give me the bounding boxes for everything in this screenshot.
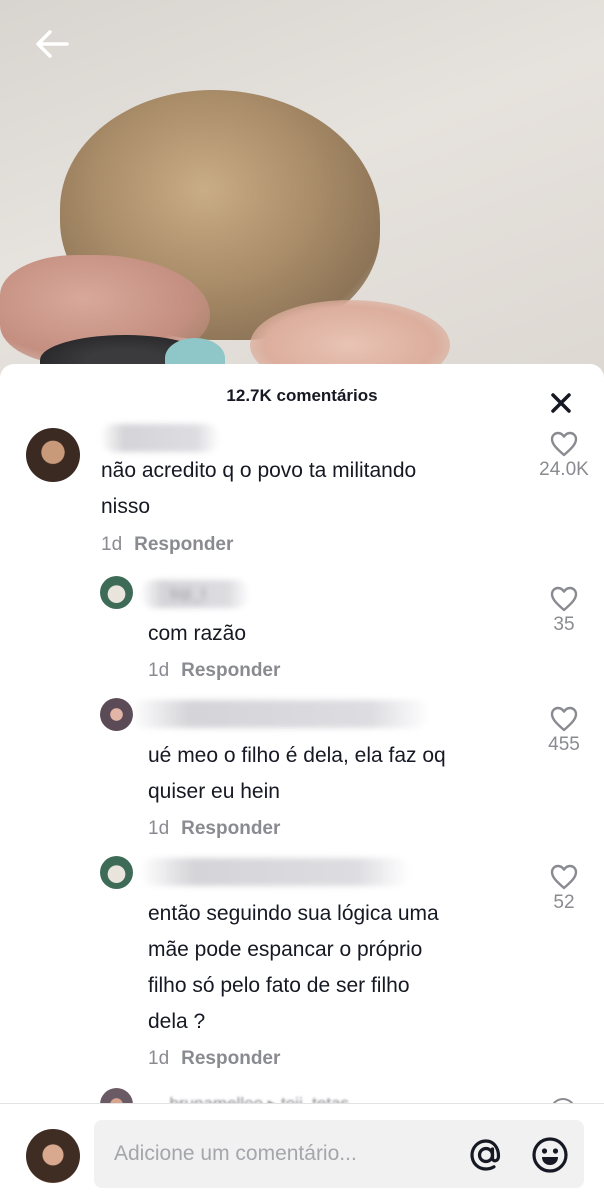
video-preview[interactable] <box>0 0 604 380</box>
comment-input-placeholder: Adicione um comentário... <box>114 1142 357 1165</box>
comment-text-line: ué meo o filho é dela, ela faz oq <box>148 744 446 767</box>
comment-text-line: quiser eu hein <box>148 780 280 803</box>
like-count: 455 <box>548 734 580 755</box>
comment-item: não acredito q o povo ta militando nisso… <box>0 424 604 566</box>
heart-icon <box>550 586 578 612</box>
reply-button[interactable]: Responder <box>181 1048 280 1069</box>
reply-item: então seguindo sua lógica uma mãe pode e… <box>0 854 604 1084</box>
avatar[interactable] <box>100 576 133 609</box>
like-button[interactable]: 52 <box>529 864 599 914</box>
comment-text-line: com razão <box>148 622 247 645</box>
like-button[interactable]: 35 <box>529 586 599 636</box>
comments-sheet: 12.7K comentários não acredito q o povo … <box>0 364 604 1200</box>
comment-input-bar: Adicione um comentário... <box>0 1103 604 1200</box>
reply-item: toji_t com razão 1d Responder 35 <box>0 574 604 694</box>
comment-text: ué meo o filho é dela, ela faz oq quiser… <box>148 738 446 810</box>
like-count: 35 <box>553 614 575 635</box>
avatar[interactable] <box>26 428 80 482</box>
heart-icon <box>550 431 578 457</box>
mention-at-icon[interactable] <box>466 1135 506 1175</box>
comment-input[interactable]: Adicione um comentário... <box>94 1120 584 1188</box>
comment-text-line: então seguindo sua lógica uma <box>148 902 439 925</box>
emoji-icon[interactable] <box>530 1135 570 1175</box>
like-count: 52 <box>553 892 575 913</box>
username-blurred[interactable] <box>140 858 410 886</box>
comment-meta: 1d Responder <box>148 660 280 682</box>
comments-header: 12.7K comentários <box>0 364 604 426</box>
comment-meta: 1d Responder <box>148 818 280 840</box>
heart-icon <box>550 864 578 890</box>
comment-text-line: mãe pode espancar o próprio <box>148 938 423 961</box>
comment-meta: 1d Responder <box>148 1048 280 1070</box>
comment-text-line: dela ? <box>148 1010 206 1033</box>
back-arrow-icon[interactable] <box>30 22 74 66</box>
username-blurred[interactable] <box>100 424 220 452</box>
like-count: 24.0K <box>539 459 589 480</box>
comment-text: não acredito q o povo ta militando nisso <box>101 453 416 525</box>
comment-text-line: filho só pelo fato de ser filho <box>148 974 410 997</box>
comment-meta: 1d Responder <box>101 534 233 556</box>
username-blurred[interactable] <box>130 700 430 728</box>
comment-text-line: não acredito q o povo ta militando <box>101 459 417 482</box>
comment-age: 1d <box>148 660 170 681</box>
comment-text: então seguindo sua lógica uma mãe pode e… <box>148 896 439 1040</box>
comment-text-line: nisso <box>101 495 151 518</box>
like-button[interactable]: 455 <box>529 706 599 756</box>
reply-item: ué meo o filho é dela, ela faz oq quiser… <box>0 696 604 846</box>
reply-button[interactable]: Responder <box>181 818 280 839</box>
comment-age: 1d <box>148 818 170 839</box>
like-button[interactable]: 24.0K <box>529 431 599 481</box>
comment-count-title: 12.7K comentários <box>226 386 378 405</box>
comment-text: com razão <box>148 616 246 652</box>
avatar[interactable] <box>100 698 133 731</box>
close-icon[interactable] <box>548 390 574 416</box>
my-avatar[interactable] <box>26 1129 80 1183</box>
reply-button[interactable]: Responder <box>134 534 233 555</box>
comment-age: 1d <box>101 534 123 555</box>
avatar[interactable] <box>100 856 133 889</box>
heart-icon <box>550 706 578 732</box>
username-blurred[interactable]: toji_t <box>140 580 250 608</box>
reply-button[interactable]: Responder <box>181 660 280 681</box>
comment-age: 1d <box>148 1048 170 1069</box>
